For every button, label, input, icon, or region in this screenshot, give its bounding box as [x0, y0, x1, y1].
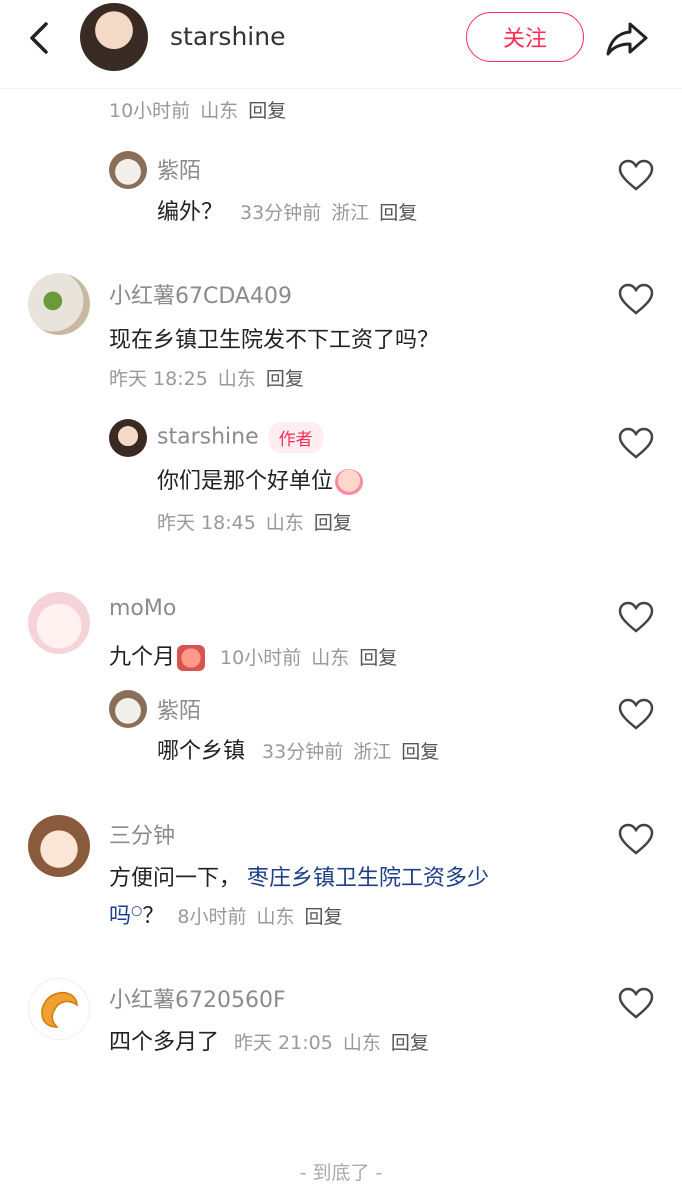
comment-time: 昨天 18:25 — [109, 368, 208, 390]
commenter-name[interactable]: 紫陌 — [157, 153, 201, 185]
reply-button[interactable]: 回复 — [401, 741, 439, 763]
commenter-name[interactable]: 小红薯6720560F — [109, 982, 286, 1014]
comment-meta: 33分钟前 浙江 回复 — [262, 741, 439, 763]
comment-meta: 昨天 18:25 山东 回复 — [109, 364, 304, 391]
reply-button[interactable]: 回复 — [314, 512, 352, 534]
reply-button[interactable]: 回复 — [379, 202, 417, 224]
comment-text: 你们是那个好单位 — [157, 469, 334, 494]
commenter-name[interactable]: 紫陌 — [157, 693, 201, 725]
comment-text: 方便问一下， — [109, 866, 242, 891]
commenter-name[interactable]: 三分钟 — [109, 818, 175, 850]
commenter-name[interactable]: starshine 作者 — [157, 422, 323, 453]
comment-time: 昨天 18:45 — [157, 512, 256, 534]
commenter-avatar[interactable] — [109, 151, 147, 189]
comment-meta: 昨天 21:05 山东 回复 — [234, 1032, 429, 1054]
like-heart-icon[interactable] — [618, 601, 654, 633]
commenter-avatar[interactable] — [28, 815, 90, 877]
comment-meta: 昨天 18:45 山东 回复 — [157, 508, 352, 535]
commenter-name[interactable]: moMo — [109, 596, 176, 621]
comment-location: 山东 — [342, 1032, 381, 1054]
author-name[interactable]: starshine — [170, 22, 285, 51]
like-heart-icon[interactable] — [618, 159, 654, 191]
like-heart-icon[interactable] — [618, 283, 654, 315]
comment-meta: 10小时前 山东 回复 — [220, 647, 397, 669]
comment-time: 10小时前 — [109, 100, 191, 122]
back-arrow-icon[interactable] — [24, 18, 56, 58]
search-link[interactable]: 吗 — [109, 904, 131, 929]
comment-location: 山东 — [311, 647, 350, 669]
comment-meta: 10小时前 山东 回复 — [109, 96, 286, 123]
comment-text: 九个月 — [109, 645, 176, 670]
commenter-avatar[interactable] — [28, 978, 90, 1040]
commenter-name-text: starshine — [157, 424, 259, 450]
comment-body[interactable]: 方便问一下， 枣庄乡镇卫生院工资多少 — [109, 860, 489, 892]
comment-time: 33分钟前 — [240, 202, 322, 224]
reply-button[interactable]: 回复 — [266, 368, 304, 390]
reply-button[interactable]: 回复 — [304, 906, 342, 928]
top-bar: starshine 关注 — [0, 0, 682, 89]
reply-button[interactable]: 回复 — [359, 647, 397, 669]
like-heart-icon[interactable] — [618, 823, 654, 855]
comment-body[interactable]: 九个月 10小时前 山东 回复 — [109, 639, 397, 671]
author-avatar[interactable] — [80, 3, 148, 71]
comment-text: 四个多月了 — [109, 1030, 220, 1055]
author-badge: 作者 — [268, 422, 323, 453]
search-link[interactable]: 枣庄乡镇卫生院工资多少 — [247, 866, 489, 891]
comment-location: 浙江 — [331, 202, 370, 224]
comment-text: 哪个乡镇 — [157, 739, 246, 764]
comment-text[interactable]: 现在乡镇卫生院发不下工资了吗？ — [109, 322, 439, 354]
like-heart-icon[interactable] — [618, 987, 654, 1019]
comment-body[interactable]: 编外？ 33分钟前 浙江 回复 — [157, 194, 417, 226]
like-heart-icon[interactable] — [618, 427, 654, 459]
share-icon[interactable] — [604, 18, 650, 58]
reply-button[interactable]: 回复 — [248, 100, 286, 122]
angry-emoji-icon — [177, 645, 206, 671]
comment-location: 山东 — [200, 100, 239, 122]
comment-time: 33分钟前 — [262, 741, 344, 763]
comment-location: 浙江 — [353, 741, 392, 763]
reply-button[interactable]: 回复 — [391, 1032, 429, 1054]
commenter-avatar[interactable] — [109, 690, 147, 728]
comment-text: ？ — [142, 904, 165, 929]
like-heart-icon[interactable] — [618, 698, 654, 730]
commenter-name[interactable]: 小红薯67CDA409 — [109, 278, 292, 310]
crying-emoji-icon — [335, 469, 364, 495]
comment-location: 山东 — [217, 368, 256, 390]
croissant-icon — [41, 991, 78, 1028]
comment-location: 山东 — [256, 906, 295, 928]
commenter-avatar[interactable] — [28, 273, 90, 335]
comment-meta: 8小时前 山东 回复 — [177, 906, 342, 928]
comment-body-line2[interactable]: 吗○？ 8小时前 山东 回复 — [109, 898, 343, 930]
follow-button[interactable]: 关注 — [466, 12, 584, 62]
comment-time: 10小时前 — [220, 647, 302, 669]
comment-body[interactable]: 四个多月了 昨天 21:05 山东 回复 — [109, 1024, 429, 1056]
comment-location: 山东 — [265, 512, 304, 534]
commenter-avatar[interactable] — [28, 592, 90, 654]
search-small-icon: ○ — [131, 903, 143, 919]
comment-text: 编外？ — [157, 200, 224, 225]
comment-time: 8小时前 — [177, 906, 247, 928]
end-of-list-label: - 到底了 - — [299, 1162, 383, 1184]
comment-meta: 33分钟前 浙江 回复 — [240, 202, 417, 224]
commenter-avatar[interactable] — [109, 419, 147, 457]
comment-body[interactable]: 哪个乡镇 33分钟前 浙江 回复 — [157, 733, 439, 765]
comment-time: 昨天 21:05 — [234, 1032, 333, 1054]
comment-body[interactable]: 你们是那个好单位 — [157, 463, 364, 495]
